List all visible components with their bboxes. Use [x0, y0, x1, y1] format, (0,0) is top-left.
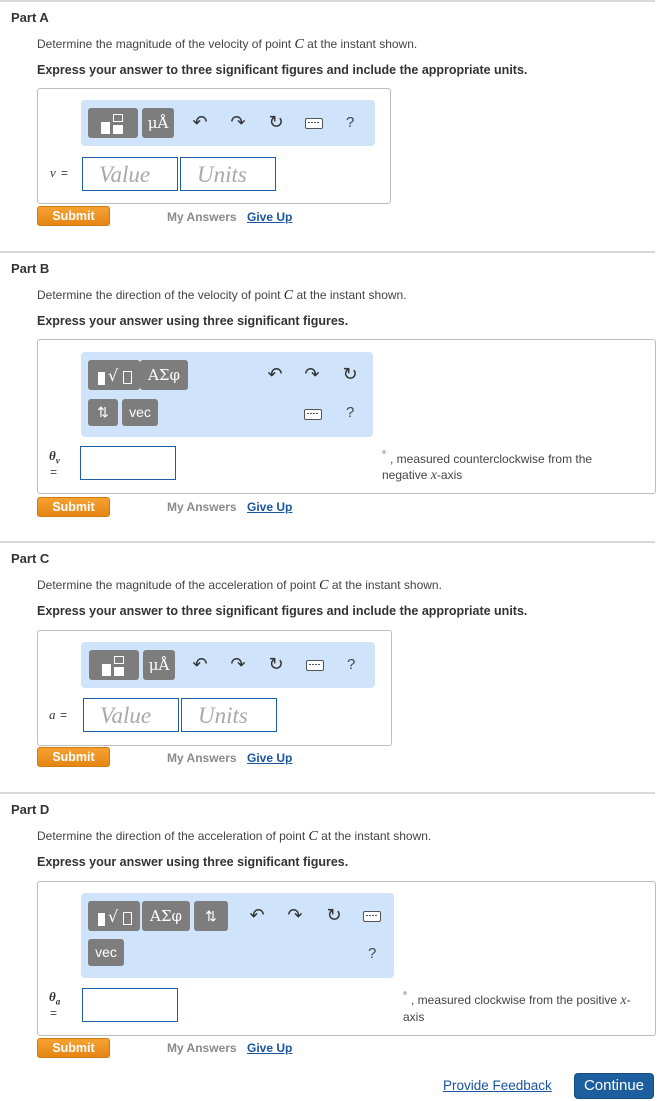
keyboard-icon[interactable] [306, 660, 324, 671]
template-button[interactable] [88, 108, 138, 138]
greek-button[interactable]: ΑΣφ [140, 360, 188, 390]
part-d-question: Determine the direction of the accelerat… [37, 829, 432, 844]
reset-icon[interactable]: ↻ [323, 905, 345, 927]
part-a-units-input[interactable]: Units [180, 157, 276, 191]
part-d-instruction: Express your answer using three signific… [37, 855, 349, 869]
part-a-variable: v [50, 165, 56, 180]
part-d-variable: θa [49, 989, 61, 1007]
template-icon [96, 112, 130, 136]
part-b-answer-input[interactable] [80, 446, 176, 480]
reset-icon[interactable]: ↻ [265, 112, 287, 134]
redo-icon[interactable]: ↷ [284, 905, 306, 927]
part-a-instruction: Express your answer to three significant… [37, 63, 528, 77]
part-a-value-input[interactable]: Value [82, 157, 178, 191]
part-c-title: Part C [11, 551, 50, 566]
part-d-title: Part D [11, 802, 50, 817]
template-icon [97, 654, 131, 678]
part-c-my-answers: My Answers [167, 751, 237, 765]
part-a-toolbar: μÅ ↶ ↷ ↻ ? [81, 100, 375, 146]
keyboard-icon[interactable] [305, 118, 323, 129]
part-b-toolbar: √ ΑΣφ ↶ ↷ ↻ ⇅ vec ? [81, 352, 373, 437]
part-a-equals: = [61, 166, 69, 180]
part-b-my-answers: My Answers [167, 500, 237, 514]
divider [0, 541, 655, 543]
units-button[interactable]: μÅ [143, 650, 175, 680]
part-c-value-input[interactable]: Value [83, 698, 179, 732]
part-d-my-answers: My Answers [167, 1041, 237, 1055]
part-c-give-up-link[interactable]: Give Up [247, 751, 292, 765]
part-b-title: Part B [11, 261, 50, 276]
part-b-question: Determine the direction of the velocity … [37, 288, 407, 303]
units-button[interactable]: μÅ [142, 108, 174, 138]
part-b-submit-button[interactable]: Submit [37, 497, 110, 517]
sort-button[interactable]: ⇅ [194, 901, 228, 931]
part-b-variable: θv [49, 448, 60, 466]
greek-button[interactable]: ΑΣφ [142, 901, 190, 931]
divider [0, 792, 655, 794]
part-a-question: Determine the magnitude of the velocity … [37, 37, 418, 52]
sqrt-template-button[interactable]: √ [88, 901, 140, 931]
help-icon[interactable]: ? [346, 114, 354, 131]
part-b-give-up-link[interactable]: Give Up [247, 500, 292, 514]
part-d-toolbar: √ ΑΣφ ⇅ ↶ ↷ ↻ vec ? [81, 893, 394, 978]
part-a-give-up-link[interactable]: Give Up [247, 210, 292, 224]
redo-icon[interactable]: ↷ [227, 112, 249, 134]
divider [0, 251, 655, 253]
part-c-equals: = [60, 708, 68, 722]
reset-icon[interactable]: ↻ [265, 654, 287, 676]
undo-icon[interactable]: ↶ [246, 905, 268, 927]
part-b-unit-note: °, measured counterclockwise from the ne… [382, 450, 593, 483]
part-c-instruction: Express your answer to three significant… [37, 604, 528, 618]
template-button[interactable] [89, 650, 139, 680]
part-b-equals: = [50, 465, 58, 479]
reset-icon[interactable]: ↻ [339, 364, 361, 386]
help-icon[interactable]: ? [368, 945, 376, 962]
vec-button[interactable]: vec [122, 399, 158, 426]
part-a-submit-button[interactable]: Submit [37, 206, 110, 226]
sqrt-template-icon: √ [93, 364, 135, 388]
part-b-instruction: Express your answer using three signific… [37, 314, 349, 328]
part-d-give-up-link[interactable]: Give Up [247, 1041, 292, 1055]
undo-icon[interactable]: ↶ [189, 112, 211, 134]
part-a-title: Part A [11, 10, 49, 25]
part-c-submit-button[interactable]: Submit [37, 747, 110, 767]
undo-icon[interactable]: ↶ [189, 654, 211, 676]
part-c-toolbar: μÅ ↶ ↷ ↻ ? [81, 642, 375, 688]
keyboard-icon[interactable] [363, 911, 381, 922]
help-icon[interactable]: ? [346, 404, 354, 421]
help-icon[interactable]: ? [347, 656, 355, 673]
continue-button[interactable]: Continue [574, 1073, 654, 1099]
part-d-answer-input[interactable] [82, 988, 178, 1022]
sort-button[interactable]: ⇅ [88, 399, 118, 426]
sqrt-template-button[interactable]: √ [88, 360, 140, 390]
divider [0, 0, 655, 2]
sqrt-template-icon: √ [93, 905, 135, 929]
redo-icon[interactable]: ↷ [301, 364, 323, 386]
keyboard-icon[interactable] [304, 409, 322, 420]
undo-icon[interactable]: ↶ [264, 364, 286, 386]
part-c-variable: a [49, 707, 56, 722]
redo-icon[interactable]: ↷ [227, 654, 249, 676]
vec-button[interactable]: vec [88, 939, 124, 966]
part-a-my-answers: My Answers [167, 210, 237, 224]
part-d-unit-note: °, measured clockwise from the positive … [403, 991, 631, 1024]
provide-feedback-link[interactable]: Provide Feedback [443, 1078, 552, 1093]
part-c-units-input[interactable]: Units [181, 698, 277, 732]
part-d-submit-button[interactable]: Submit [37, 1038, 110, 1058]
part-c-question: Determine the magnitude of the accelerat… [37, 578, 442, 593]
part-d-equals: = [50, 1006, 58, 1020]
